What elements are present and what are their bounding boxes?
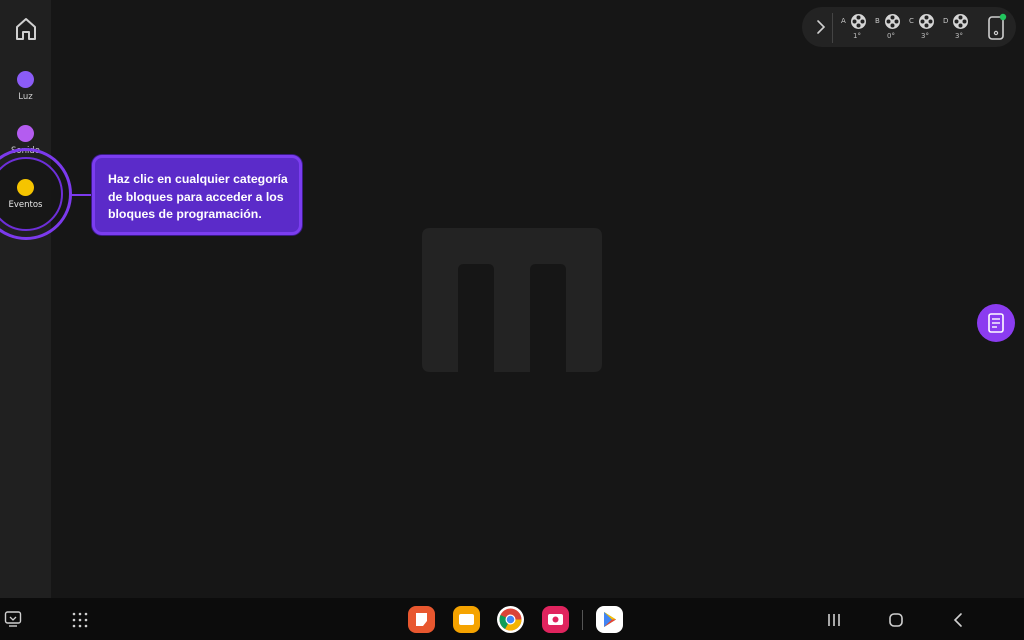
- chevron-right-icon[interactable]: [814, 19, 828, 35]
- motor-wheel-icon: [919, 14, 934, 29]
- phone-device-icon[interactable]: [984, 12, 1008, 42]
- category-label-eventos: Eventos: [8, 200, 43, 210]
- motor-degrees: 3°: [921, 32, 929, 40]
- category-dot-eventos: [17, 179, 34, 196]
- motor-wheel-icon: [885, 14, 900, 29]
- motor-c[interactable]: C 3°: [909, 13, 939, 43]
- tooltip-text: Haz clic en cualquier categoría de bloqu…: [108, 172, 288, 221]
- onboarding-tooltip: Haz clic en cualquier categoría de bloqu…: [92, 155, 302, 235]
- files-app-icon[interactable]: [453, 606, 480, 633]
- tooltip-connector: [71, 194, 93, 196]
- camera-glyph: [548, 614, 563, 625]
- motor-degrees: 3°: [955, 32, 963, 40]
- notes-icon: [988, 313, 1004, 333]
- home-nav-icon[interactable]: [888, 612, 904, 628]
- motor-a[interactable]: A 1°: [841, 13, 871, 43]
- category-label-luz: Luz: [18, 92, 33, 102]
- back-icon[interactable]: [951, 612, 967, 628]
- screen-recorder-icon[interactable]: [542, 606, 569, 633]
- category-sidebar: Luz Sonido: [0, 0, 51, 598]
- category-eventos[interactable]: Eventos: [0, 179, 51, 210]
- motor-wheel-icon: [851, 14, 866, 29]
- panel-divider: [832, 13, 833, 43]
- m-logo-icon: [422, 228, 602, 372]
- notes-button[interactable]: [977, 304, 1015, 342]
- app-window: Luz Sonido Eventos Haz clic en cualquier…: [0, 0, 1024, 640]
- play-glyph: [604, 612, 616, 627]
- recents-icon[interactable]: [826, 612, 842, 628]
- motor-degrees: 0°: [887, 32, 895, 40]
- motor-letter: B: [875, 17, 880, 25]
- motor-b[interactable]: B 0°: [875, 13, 905, 43]
- motor-letter: C: [909, 17, 914, 25]
- notes-app-icon[interactable]: [408, 606, 435, 633]
- motor-wheel-icon: [953, 14, 968, 29]
- home-icon[interactable]: [13, 16, 39, 42]
- folder-glyph: [459, 614, 474, 625]
- app-drawer-icon[interactable]: [72, 612, 88, 628]
- category-luz[interactable]: Luz: [0, 71, 51, 102]
- motor-d[interactable]: D 3°: [943, 13, 973, 43]
- motor-letter: D: [943, 17, 949, 25]
- taskbar-divider: [582, 610, 583, 630]
- chrome-app-icon[interactable]: [497, 606, 524, 633]
- chrome-glyph: [499, 608, 522, 631]
- category-dot-luz: [17, 71, 34, 88]
- motor-letter: A: [841, 17, 846, 25]
- play-store-icon[interactable]: [596, 606, 623, 633]
- screen-share-icon[interactable]: [4, 610, 22, 628]
- motor-degrees: 1°: [853, 32, 861, 40]
- category-dot-sonido: [17, 125, 34, 142]
- notes-app-glyph: [416, 613, 427, 626]
